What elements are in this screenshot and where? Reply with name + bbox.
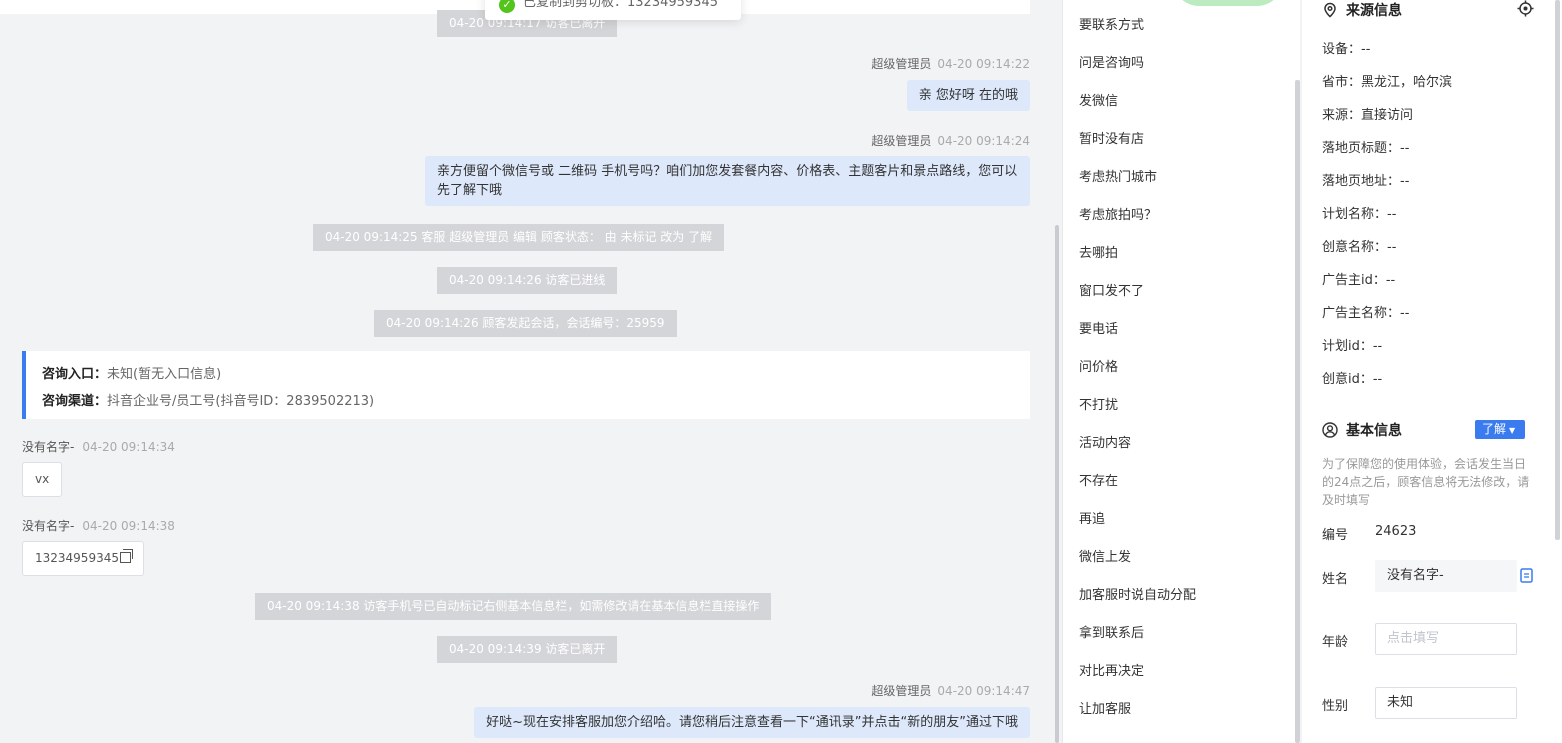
- agent-message: 好哒~现在安排客服加您介绍哈。请您稍后注意查看一下“通讯录”并点击“新的朋友”通…: [474, 707, 1030, 738]
- gender-label: 性别: [1322, 699, 1349, 714]
- message-time: 04-20 09:14:22: [937, 57, 1030, 71]
- source-info-row: 广告主名称：--: [1322, 306, 1410, 321]
- user-circle-icon: [1322, 422, 1338, 438]
- quick-reply-item[interactable]: 活动内容: [1079, 432, 1131, 451]
- quick-reply-item[interactable]: 要电话: [1079, 318, 1118, 337]
- quick-reply-item[interactable]: 微信上发: [1079, 546, 1131, 565]
- message-time: 04-20 09:14:34: [82, 440, 175, 454]
- quick-reply-item[interactable]: 考虑旅拍吗？: [1079, 204, 1157, 223]
- location-pin-icon: [1324, 2, 1336, 18]
- edit-note-icon[interactable]: [1520, 568, 1534, 583]
- quick-reply-item[interactable]: 对比再决定: [1079, 660, 1144, 679]
- message-meta: 没有名字- 04-20 09:14:38: [22, 517, 175, 534]
- source-info-row: 来源：直接访问: [1322, 108, 1414, 123]
- quick-reply-item[interactable]: 暂时没有店: [1079, 128, 1144, 147]
- customer-status-dropdown[interactable]: 了解 ▼: [1475, 420, 1525, 439]
- source-info-row: 落地页标题：--: [1322, 141, 1410, 156]
- visitor-message[interactable]: 13234959345: [22, 541, 144, 576]
- message-meta: 超级管理员 04-20 09:14:22: [871, 55, 1030, 72]
- system-event: 04-20 09:14:39 访客已离开: [437, 636, 618, 663]
- source-info-row: 创意名称：--: [1322, 240, 1397, 255]
- sender-name: 没有名字-: [22, 440, 75, 454]
- source-info-row: 落地页地址：--: [1322, 174, 1410, 189]
- consult-channel-row: 咨询渠道：抖音企业号/员工号(抖音号ID：2839502213): [42, 388, 1014, 415]
- quick-reply-item[interactable]: 拿到联系后: [1079, 622, 1144, 641]
- source-info-title-text: 来源信息: [1346, 3, 1402, 19]
- agent-message: 亲方便留个微信号或 二维码 手机号吗？咱们加您发套餐内容、价格表、主题客片和景点…: [425, 156, 1030, 206]
- quick-reply-scrollbar[interactable]: [1295, 80, 1300, 743]
- customer-info-panel: 来源信息 设备：-- 省市：黑龙江，哈尔滨 来源：直接访问 落地页标题：-- 落…: [1302, 0, 1562, 743]
- quick-reply-item[interactable]: 窗口发不了: [1079, 280, 1144, 299]
- caret-down-icon: ▼: [1509, 426, 1516, 435]
- edit-deadline-note: 为了保障您的使用体验，会话发生当日的24点之后，顾客信息将无法修改，请及时填写: [1322, 457, 1530, 507]
- quick-reply-item[interactable]: 发微信: [1079, 90, 1118, 109]
- source-info-row: 计划id：--: [1322, 339, 1383, 354]
- copy-icon[interactable]: [119, 549, 133, 563]
- check-circle-icon: ✓: [499, 0, 515, 13]
- status-value: 了解: [1482, 422, 1507, 436]
- source-info-row: 计划名称：--: [1322, 207, 1397, 222]
- name-label: 姓名: [1322, 572, 1349, 587]
- quick-reply-item[interactable]: 问是咨询吗: [1079, 52, 1144, 71]
- system-event: 04-20 09:14:38 访客手机号已自动标记右侧基本信息栏，如需修改请在基…: [255, 593, 772, 620]
- message-meta: 超级管理员 04-20 09:14:24: [871, 132, 1030, 149]
- message-meta: 没有名字- 04-20 09:14:34: [22, 438, 175, 455]
- id-label: 编号: [1322, 528, 1349, 543]
- source-info-row: 广告主id：--: [1322, 273, 1396, 288]
- copy-success-toast: ✓ 已复制到剪切板：13234959345: [485, 0, 741, 20]
- system-event: 04-20 09:14:26 顾客发起会话，会话编号：25959: [374, 310, 677, 337]
- locate-target-icon[interactable]: [1517, 0, 1534, 17]
- basic-info-title-text: 基本信息: [1346, 423, 1402, 439]
- basic-info-title: 基本信息: [1322, 420, 1402, 440]
- consult-entry-label: 咨询入口：: [42, 367, 108, 382]
- quick-reply-item[interactable]: 让加客服: [1079, 698, 1131, 717]
- id-value: 24623: [1375, 524, 1417, 539]
- message-meta: 超级管理员 04-20 09:14:47: [871, 682, 1030, 699]
- system-event: 04-20 09:14:26 访客已进线: [437, 267, 618, 294]
- quick-reply-item[interactable]: 去哪拍: [1079, 242, 1118, 261]
- sender-name: 超级管理员: [871, 134, 932, 148]
- quick-reply-item[interactable]: 不存在: [1079, 470, 1118, 489]
- quick-reply-item[interactable]: 加客服时说自动分配: [1079, 584, 1196, 603]
- sender-name: 超级管理员: [871, 684, 932, 698]
- agent-message: 亲 您好呀 在的哦: [906, 80, 1030, 111]
- visitor-message: vx: [22, 462, 63, 497]
- consult-entry-row: 咨询入口：未知(暂无入口信息): [42, 361, 1014, 388]
- consult-channel-label: 咨询渠道：: [42, 394, 108, 409]
- message-time: 04-20 09:14:24: [937, 134, 1030, 148]
- gender-field[interactable]: 未知: [1375, 687, 1517, 719]
- consult-info-card: 咨询入口：未知(暂无入口信息) 咨询渠道：抖音企业号/员工号(抖音号ID：283…: [22, 351, 1030, 419]
- source-info-row: 省市：黑龙江，哈尔滨: [1322, 75, 1453, 90]
- source-info-row: 设备：--: [1322, 42, 1371, 57]
- info-scrollbar[interactable]: [1555, 0, 1560, 540]
- quick-reply-panel: 要联系方式 问是咨询吗 发微信 暂时没有店 考虑热门城市 考虑旅拍吗？ 去哪拍 …: [1062, 0, 1300, 743]
- quick-reply-item[interactable]: 不打扰: [1079, 394, 1118, 413]
- chat-scrollbar[interactable]: [1055, 225, 1059, 743]
- message-time: 04-20 09:14:38: [82, 519, 175, 533]
- system-event: 04-20 09:14:25 客服 超级管理员 编辑 顾客状态： 由 未标记 改…: [313, 224, 725, 251]
- consult-entry-value: 未知(暂无入口信息): [107, 367, 222, 382]
- quick-reply-item[interactable]: 再追: [1079, 508, 1105, 527]
- decoration-shape: [1173, 0, 1283, 6]
- source-info-title: 来源信息: [1322, 0, 1402, 20]
- quick-reply-item[interactable]: 问价格: [1079, 356, 1118, 375]
- quick-reply-item[interactable]: 考虑热门城市: [1079, 166, 1157, 185]
- consult-channel-value: 抖音企业号/员工号(抖音号ID：2839502213): [107, 394, 375, 409]
- name-field[interactable]: 没有名字-: [1375, 560, 1517, 592]
- phone-number-text: 13234959345: [35, 551, 119, 565]
- source-info-row: 创意id：--: [1322, 372, 1383, 387]
- toast-text: 已复制到剪切板：13234959345: [523, 0, 718, 10]
- age-label: 年龄: [1322, 635, 1349, 650]
- quick-reply-item[interactable]: 要联系方式: [1079, 14, 1144, 33]
- chat-panel: 04-20 09:14:17 访客已离开 超级管理员 04-20 09:14:22…: [0, 0, 1061, 743]
- age-field[interactable]: 点击填写: [1375, 623, 1517, 655]
- sender-name: 超级管理员: [871, 57, 932, 71]
- sender-name: 没有名字-: [22, 519, 75, 533]
- message-time: 04-20 09:14:47: [937, 684, 1030, 698]
